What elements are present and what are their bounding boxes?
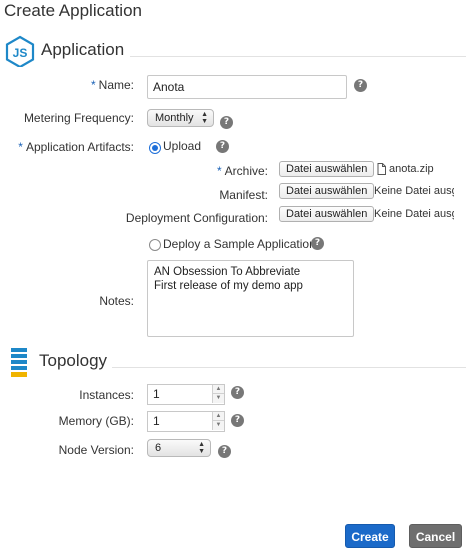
instances-label: Instances: [79,388,134,402]
help-icon[interactable]: ? [311,237,324,250]
manifest-label: Manifest: [219,188,268,202]
file-icon [377,163,386,175]
deployment-file-status: Keine Datei ausg [374,208,454,220]
name-input[interactable] [147,75,347,99]
help-icon[interactable]: ? [220,116,233,129]
svg-text:JS: JS [13,46,28,60]
help-icon[interactable]: ? [231,414,244,427]
manifest-choose-file-button[interactable]: Datei auswählen [279,183,375,199]
node-version-select[interactable]: 6 ▲ ▼ [147,439,211,457]
deploy-sample-label: Deploy a Sample Application [163,237,316,251]
archive-choose-file-button[interactable]: Datei auswählen [279,161,375,177]
select-arrows-icon: ▲ ▼ [201,111,208,125]
stepper-up-icon[interactable]: ▲ [212,412,224,421]
memory-label: Memory (GB): [58,414,134,428]
deploy-sample-radio[interactable] [149,239,161,251]
topology-section-header: Topology [4,345,470,377]
select-arrows-icon: ▲ ▼ [198,441,205,455]
archive-file-status: anota.zip [389,163,434,175]
archive-label: * Archive: [216,164,268,178]
node-version-label: Node Version: [58,443,134,457]
stepper-down-icon[interactable]: ▼ [212,421,224,430]
required-marker: * [90,78,96,92]
deployment-configuration-label: Deployment Configuration: [125,211,268,225]
application-section-title: Application [41,40,125,59]
application-artifacts-label: * Application Artifacts: [18,140,134,154]
stepper-down-icon[interactable]: ▼ [212,394,224,403]
create-button[interactable]: Create [345,524,395,548]
deployment-choose-file-button[interactable]: Datei auswählen [279,206,375,222]
required-marker: * [216,164,222,178]
application-section-header: JS Application [4,34,470,69]
upload-radio[interactable] [149,142,161,154]
metering-frequency-select[interactable]: Monthly ▲ ▼ [147,109,214,127]
cancel-button[interactable]: Cancel [409,524,462,548]
memory-stepper[interactable]: 1 ▲ ▼ [147,411,225,432]
topology-section-title: Topology [39,351,108,370]
stepper-up-icon[interactable]: ▲ [212,385,224,394]
help-icon[interactable]: ? [216,140,229,153]
notes-textarea[interactable]: AN Obsession To Abbreviate First release… [147,260,354,337]
name-label: * Name: [90,78,134,92]
notes-label: Notes: [99,294,134,308]
instances-stepper[interactable]: 1 ▲ ▼ [147,384,225,405]
topology-icon [10,348,28,378]
help-icon[interactable]: ? [231,386,244,399]
nodejs-icon: JS [4,35,36,69]
section-divider [112,367,466,368]
page-title: Create Application [4,1,142,20]
manifest-file-status: Keine Datei ausg [374,185,454,197]
required-marker: * [18,140,23,154]
upload-radio-label: Upload [163,139,202,153]
help-icon[interactable]: ? [218,445,231,458]
help-icon[interactable]: ? [354,79,367,92]
section-divider [130,56,466,57]
metering-frequency-label: Metering Frequency: [23,111,134,125]
